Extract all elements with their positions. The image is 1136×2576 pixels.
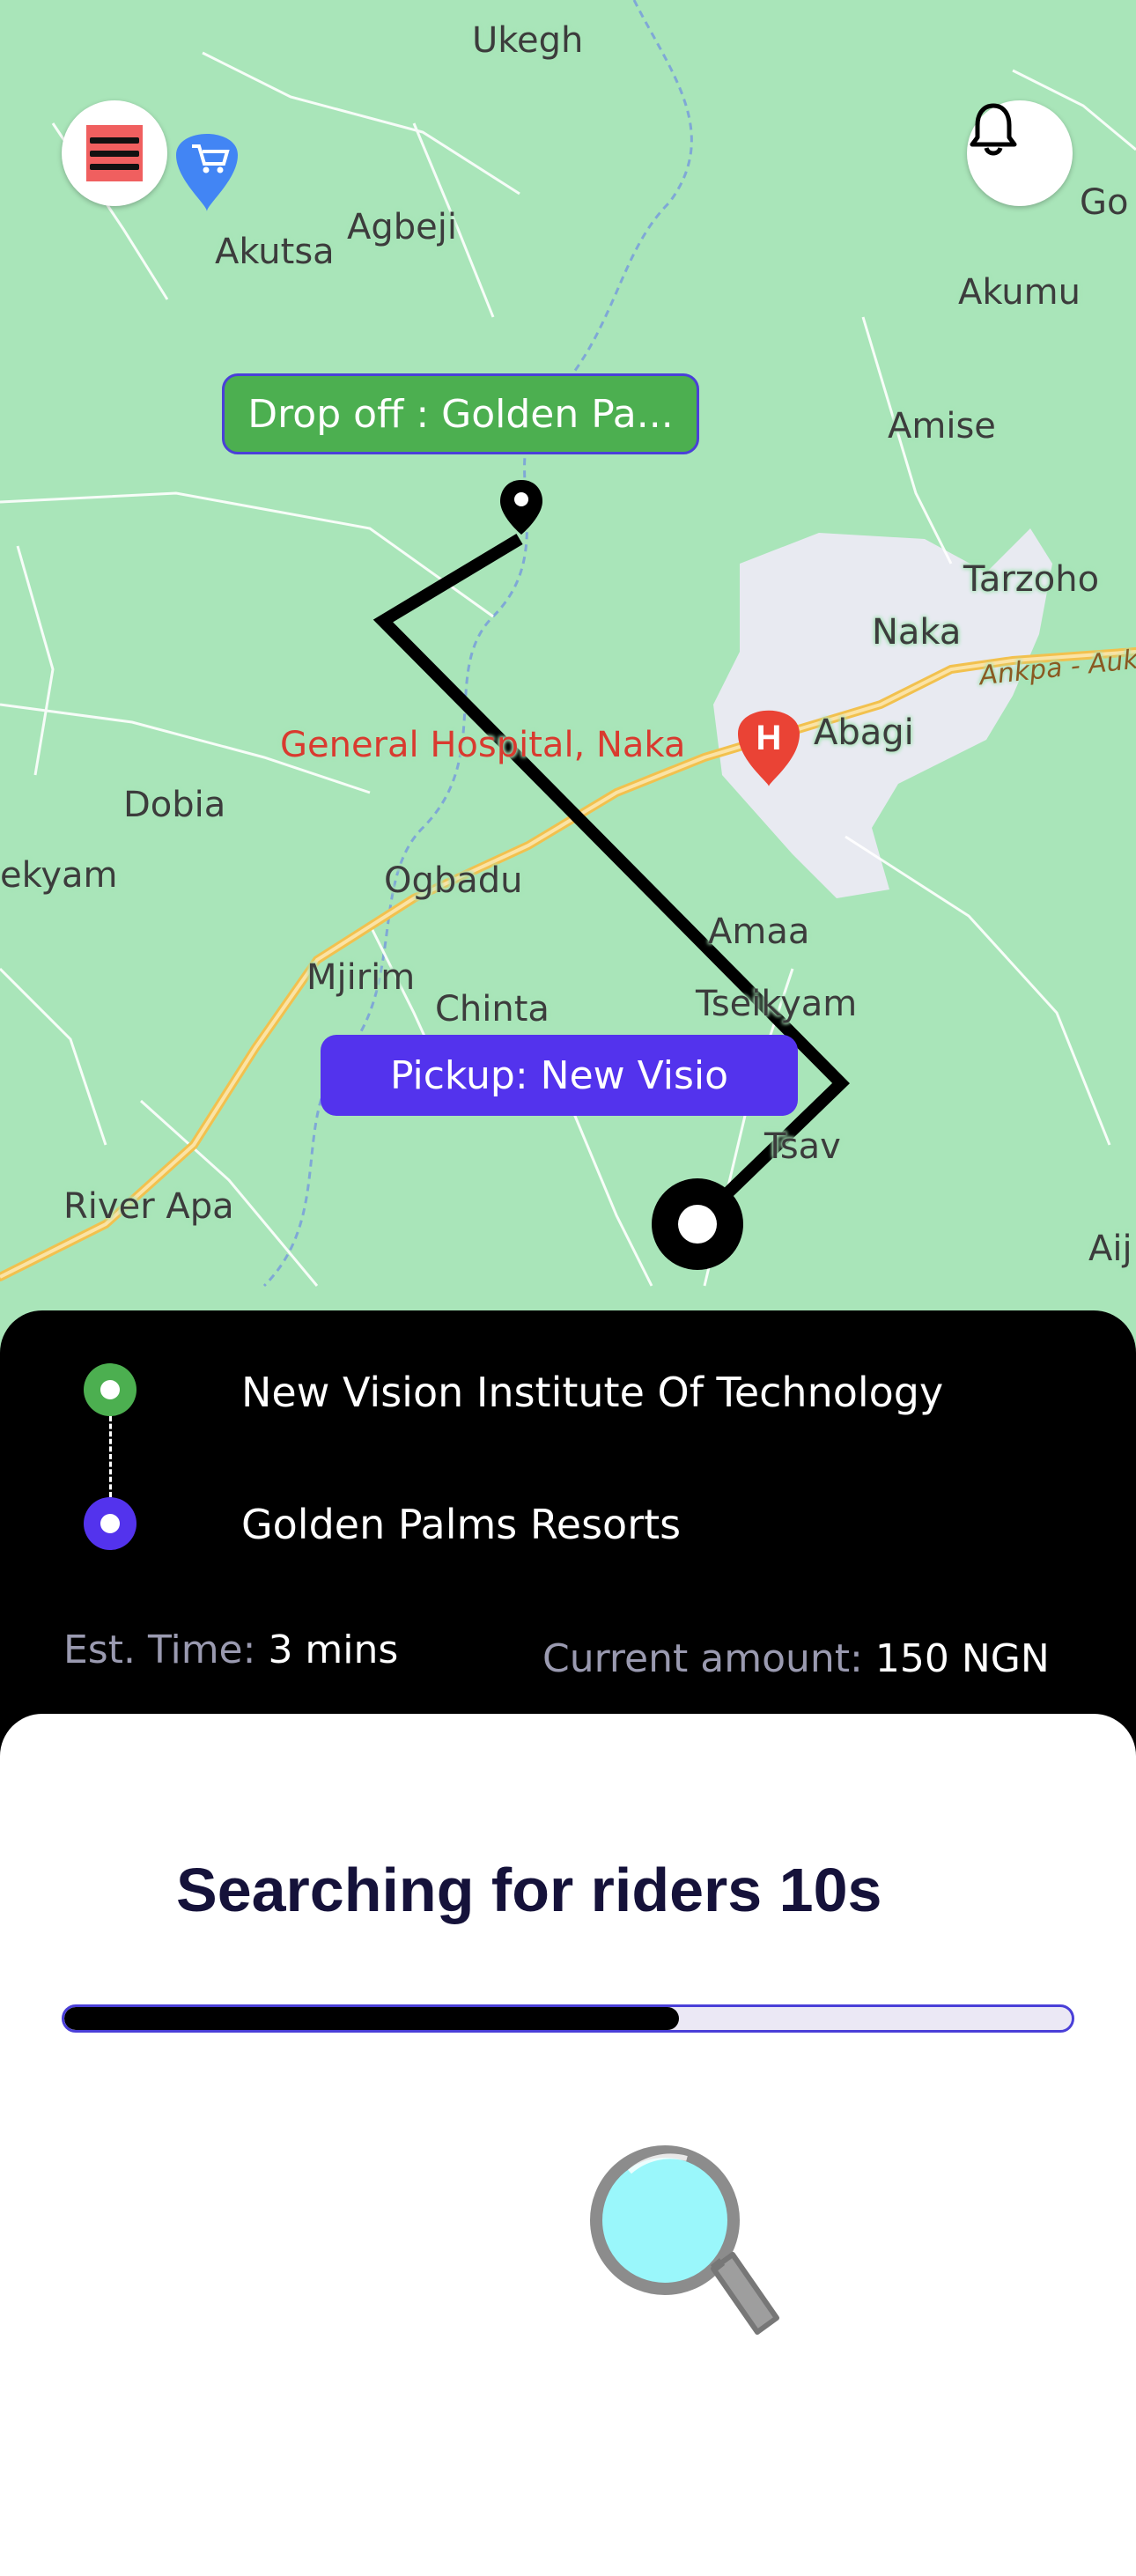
place-naka: Naka [872,612,962,653]
trip-details-panel: New Vision Institute Of Technology Golde… [0,1310,1136,1768]
place-tseikyam: Tseikyam [696,984,858,1024]
search-progress-bar [62,2004,1074,2033]
place-ogbadu: Ogbadu [384,860,523,901]
dropoff-pin-icon [500,480,542,535]
pickup-address: New Vision Institute Of Technology [241,1369,944,1416]
place-river-apa: River Apa [63,1186,234,1227]
place-amise: Amise [888,406,996,447]
map-view[interactable]: H Ukegh Akutsa Agbeji Akumu Go Amise Tar… [0,0,1136,1374]
dropoff-tag[interactable]: Drop off : Golden Pa... [222,373,699,454]
place-aij: Aij [1088,1229,1132,1269]
hospital-label: General Hospital, Naka [280,725,686,765]
pickup-tag[interactable]: Pickup: New Visio [321,1035,798,1116]
dropoff-dot-icon [84,1497,136,1550]
place-dobia: Dobia [123,785,226,825]
place-chinta: Chinta [435,989,550,1030]
place-amaa: Amaa [708,912,810,952]
searching-title: Searching for riders 10s [176,1856,882,1924]
menu-button[interactable] [62,100,167,206]
magnifier-icon [590,2145,779,2335]
amount-value: 150 NGN [874,1636,1050,1681]
place-tarzoho: Tarzoho [963,559,1100,600]
pickup-dot-icon [84,1363,136,1416]
dropoff-address: Golden Palms Resorts [241,1501,682,1548]
place-akumu: Akumu [958,272,1081,313]
est-time-label: Est. Time: [63,1628,256,1672]
place-tsav: Tsav [764,1126,841,1167]
shop-marker [176,134,238,211]
pickup-marker-icon [652,1178,743,1270]
place-abagi: Abagi [814,712,914,753]
notifications-button[interactable] [967,100,1073,206]
place-agbeji: Agbeji [347,207,457,247]
est-time-value: 3 mins [268,1628,399,1672]
place-akutsa: Akutsa [215,232,335,272]
map-canvas: H [0,0,1136,1288]
searching-sheet: Searching for riders 10s [0,1714,1136,2576]
estimated-time: Est. Time: 3 mins [63,1628,398,1672]
place-mjirim: Mjirim [306,957,416,998]
hamburger-menu-icon [86,125,143,181]
place-ukegh: Ukegh [472,20,584,61]
search-progress-fill [64,2007,679,2030]
amount-label: Current amount: [542,1636,863,1681]
place-ekyam: ekyam [0,855,118,896]
route-connector [109,1416,112,1497]
svg-text:H: H [756,719,782,757]
current-amount: Current amount: 150 NGN [542,1636,1050,1681]
bell-icon [970,103,1017,156]
place-go: Go [1080,182,1129,223]
